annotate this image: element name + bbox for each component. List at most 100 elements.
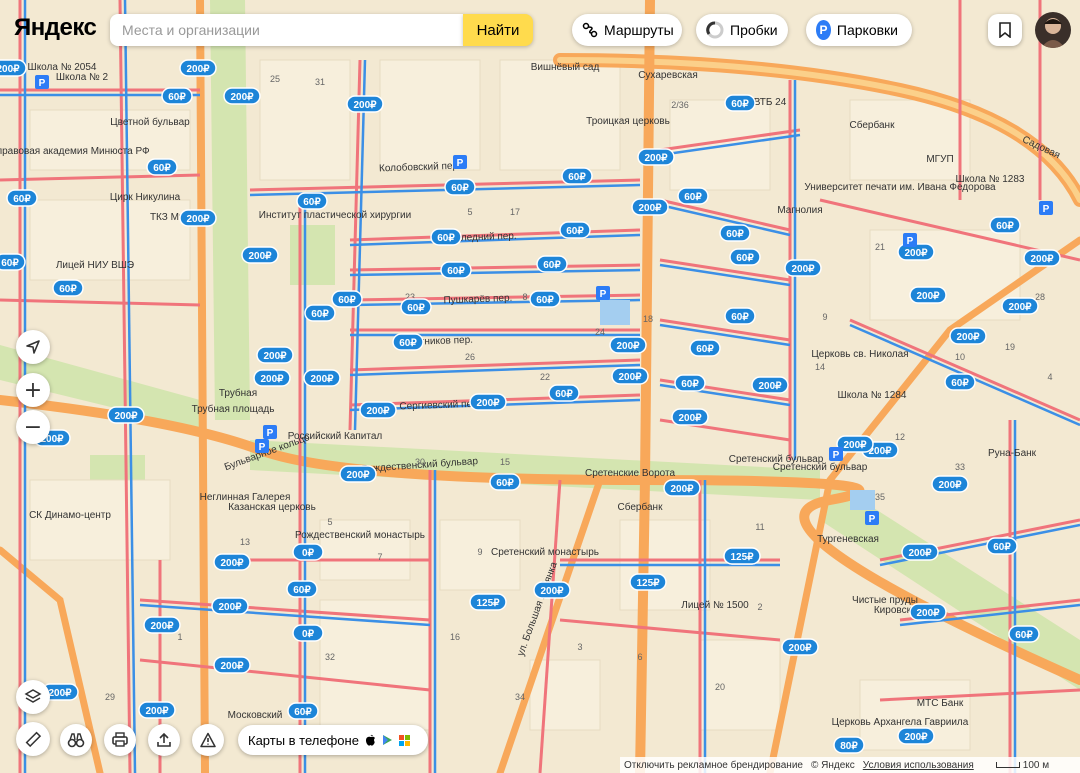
parking-marker[interactable]: P bbox=[1039, 201, 1053, 215]
parking-marker[interactable]: P bbox=[263, 425, 277, 439]
price-badge[interactable]: 60₽ bbox=[6, 189, 38, 207]
price-badge[interactable]: 200₽ bbox=[949, 327, 987, 345]
price-badge[interactable]: 60₽ bbox=[287, 702, 319, 720]
price-badge[interactable]: 200₽ bbox=[1001, 297, 1039, 315]
price-badge[interactable]: 125₽ bbox=[469, 593, 507, 611]
report-error-button[interactable] bbox=[192, 724, 224, 756]
price-badge[interactable]: 60₽ bbox=[331, 290, 363, 308]
parking-marker[interactable]: P bbox=[903, 233, 917, 247]
price-badge[interactable]: 200₽ bbox=[223, 87, 261, 105]
price-badge[interactable]: 60₽ bbox=[52, 279, 84, 297]
price-badge[interactable]: 200₽ bbox=[897, 727, 935, 745]
price-badge[interactable]: 200₽ bbox=[213, 656, 251, 674]
price-badge[interactable]: 60₽ bbox=[400, 298, 432, 316]
price-badge[interactable]: 60₽ bbox=[296, 192, 328, 210]
price-badge[interactable]: 60₽ bbox=[561, 167, 593, 185]
price-badge[interactable]: 125₽ bbox=[723, 547, 761, 565]
price-badge[interactable]: 60₽ bbox=[989, 216, 1021, 234]
bookmarks-button[interactable] bbox=[988, 14, 1022, 46]
price-badge[interactable]: 200₽ bbox=[784, 259, 822, 277]
price-badge[interactable]: 200₽ bbox=[0, 59, 27, 77]
price-badge[interactable]: 60₽ bbox=[430, 228, 462, 246]
price-badge[interactable]: 60₽ bbox=[548, 384, 580, 402]
price-badge[interactable]: 60₽ bbox=[677, 187, 709, 205]
parking-marker[interactable]: P bbox=[453, 155, 467, 169]
zoom-in-button[interactable]: + bbox=[16, 373, 50, 407]
yandex-logo[interactable]: Яндекс bbox=[14, 14, 97, 42]
price-badge[interactable]: 200₽ bbox=[609, 336, 647, 354]
price-badge[interactable]: 200₽ bbox=[107, 406, 145, 424]
price-badge[interactable]: 200₽ bbox=[179, 209, 217, 227]
price-badge[interactable]: 200₽ bbox=[241, 246, 279, 264]
price-badge[interactable]: 60₽ bbox=[719, 224, 751, 242]
price-badge[interactable]: 200₽ bbox=[469, 393, 507, 411]
price-badge[interactable]: 60₽ bbox=[559, 221, 591, 239]
price-badge[interactable]: 60₽ bbox=[440, 261, 472, 279]
price-badge[interactable]: 200₽ bbox=[138, 701, 176, 719]
print-button[interactable] bbox=[104, 724, 136, 756]
price-badge[interactable]: 60₽ bbox=[724, 307, 756, 325]
price-badge[interactable]: 200₽ bbox=[931, 475, 969, 493]
price-badge[interactable]: 60₽ bbox=[986, 537, 1018, 555]
price-badge[interactable]: 200₽ bbox=[256, 346, 294, 364]
price-badge[interactable]: 60₽ bbox=[944, 373, 976, 391]
price-badge[interactable]: 60₽ bbox=[729, 248, 761, 266]
price-badge[interactable]: 200₽ bbox=[253, 369, 291, 387]
price-badge[interactable]: 200₽ bbox=[901, 543, 939, 561]
price-badge[interactable]: 80₽ bbox=[833, 736, 865, 754]
price-badge[interactable]: 60₽ bbox=[529, 290, 561, 308]
price-badge[interactable]: 60₽ bbox=[1008, 625, 1040, 643]
parking-marker[interactable]: P bbox=[596, 286, 610, 300]
share-button[interactable] bbox=[148, 724, 180, 756]
ruler-button[interactable] bbox=[16, 722, 50, 756]
map-canvas[interactable]: Цветной бульварСухаревскаяСадоваяЦирк Ни… bbox=[0, 0, 1080, 773]
routes-button[interactable]: Маршруты bbox=[572, 14, 682, 46]
parking-marker[interactable]: P bbox=[35, 75, 49, 89]
price-badge[interactable]: 200₽ bbox=[781, 638, 819, 656]
location-button[interactable] bbox=[16, 330, 50, 364]
price-badge[interactable]: 60₽ bbox=[444, 178, 476, 196]
parking-marker[interactable]: P bbox=[255, 439, 269, 453]
price-badge[interactable]: 200₽ bbox=[663, 479, 701, 497]
maps-in-phone-banner[interactable]: Карты в телефоне bbox=[238, 725, 428, 755]
price-badge[interactable]: 60₽ bbox=[392, 333, 424, 351]
price-badge[interactable]: 60₽ bbox=[304, 304, 336, 322]
price-badge[interactable]: 200₽ bbox=[611, 367, 649, 385]
price-badge[interactable]: 125₽ bbox=[629, 573, 667, 591]
parking-marker[interactable]: P bbox=[829, 447, 843, 461]
price-badge[interactable]: 200₽ bbox=[211, 597, 249, 615]
price-badge[interactable]: 200₽ bbox=[346, 95, 384, 113]
parking-button[interactable]: P Парковки bbox=[806, 14, 912, 46]
panorama-button[interactable] bbox=[60, 724, 92, 756]
price-badge[interactable]: 200₽ bbox=[909, 603, 947, 621]
price-badge[interactable]: 0₽ bbox=[292, 624, 324, 642]
price-badge[interactable]: 200₽ bbox=[909, 286, 947, 304]
price-badge[interactable]: 60₽ bbox=[286, 580, 318, 598]
price-badge[interactable]: 200₽ bbox=[303, 369, 341, 387]
user-avatar[interactable] bbox=[1035, 12, 1071, 48]
price-badge[interactable]: 0₽ bbox=[292, 543, 324, 561]
price-badge[interactable]: 200₽ bbox=[179, 59, 217, 77]
price-badge[interactable]: 200₽ bbox=[751, 376, 789, 394]
price-badge[interactable]: 60₽ bbox=[674, 374, 706, 392]
layers-button[interactable] bbox=[16, 680, 50, 714]
search-input[interactable] bbox=[110, 14, 474, 46]
price-badge[interactable]: 60₽ bbox=[161, 87, 193, 105]
price-badge[interactable]: 60₽ bbox=[724, 94, 756, 112]
price-badge[interactable]: 60₽ bbox=[536, 255, 568, 273]
search-box[interactable] bbox=[110, 14, 474, 46]
price-badge[interactable]: 60₽ bbox=[146, 158, 178, 176]
price-badge[interactable]: 200₽ bbox=[1023, 249, 1061, 267]
find-button[interactable]: Найти bbox=[463, 14, 533, 46]
price-badge[interactable]: 200₽ bbox=[359, 401, 397, 419]
price-badge[interactable]: 200₽ bbox=[637, 148, 675, 166]
price-badge[interactable]: 60₽ bbox=[0, 253, 26, 271]
traffic-button[interactable]: Пробки bbox=[696, 14, 788, 46]
price-badge[interactable]: 200₽ bbox=[533, 581, 571, 599]
price-badge[interactable]: 200₽ bbox=[671, 408, 709, 426]
zoom-out-button[interactable]: − bbox=[16, 410, 50, 444]
disable-ad-branding-link[interactable]: Отключить рекламное брендирование bbox=[624, 760, 803, 771]
terms-link[interactable]: Условия использования bbox=[863, 760, 974, 771]
price-badge[interactable]: 200₽ bbox=[143, 616, 181, 634]
price-badge[interactable]: 60₽ bbox=[689, 339, 721, 357]
